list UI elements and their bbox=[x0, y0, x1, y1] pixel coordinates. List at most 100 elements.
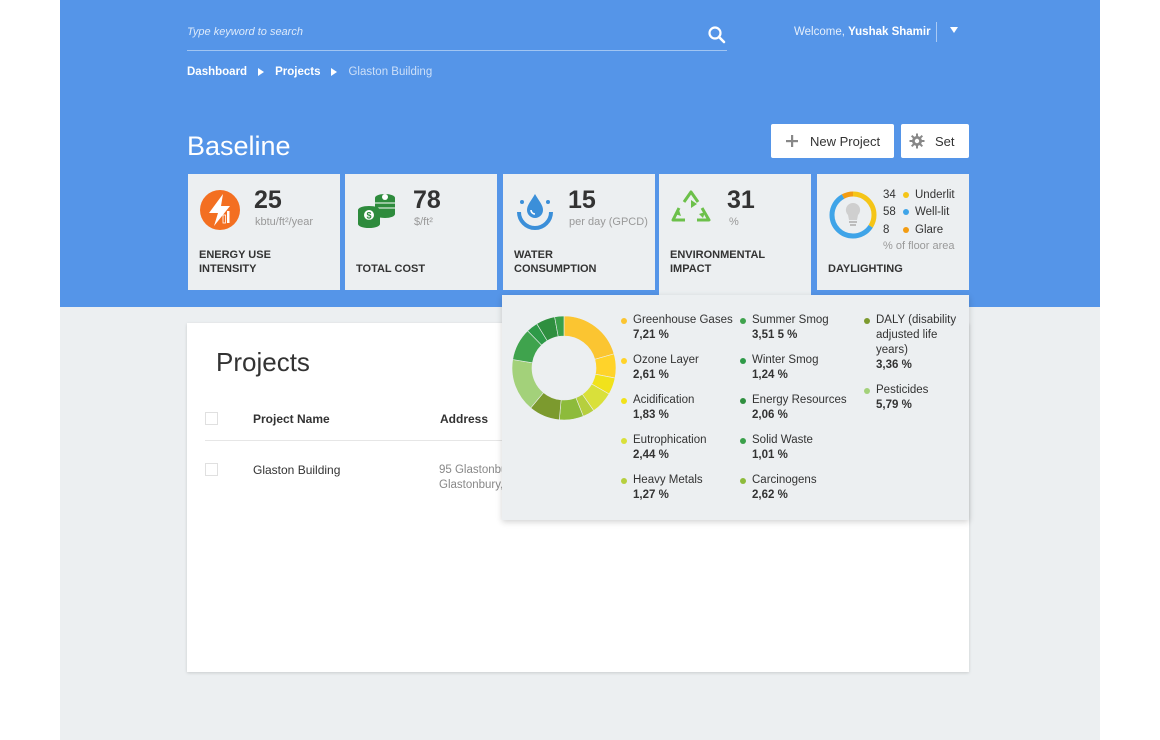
legend-value: 5,79 % bbox=[876, 399, 912, 411]
glare-label: Glare bbox=[915, 223, 944, 236]
legend-name: Greenhouse Gases bbox=[633, 314, 733, 326]
glare-value: 8 bbox=[883, 223, 890, 236]
address-line1: 95 Glastonbu bbox=[439, 464, 503, 476]
legend-value: 7,21 % bbox=[633, 329, 669, 341]
environmental-impact-popover: Greenhouse Gases 7,21 % Ozone Layer 2,61 % A… bbox=[502, 295, 969, 520]
app-window: Welcome, Yushak Shamir Dashboard Project… bbox=[60, 0, 1100, 740]
user-name[interactable]: Yushak Shamir bbox=[848, 26, 930, 38]
set-button[interactable]: Set bbox=[901, 124, 969, 158]
well-lit-value: 58 bbox=[883, 206, 896, 219]
water-consumption-card[interactable]: 15 per day (GPCD) WATER CONSUMPTION bbox=[503, 174, 655, 290]
cost-label: TOTAL COST bbox=[356, 263, 426, 275]
select-all-checkbox[interactable] bbox=[205, 412, 218, 425]
daylighting-note: % of floor area bbox=[883, 240, 955, 252]
legend-value: 3,51 5 % bbox=[752, 329, 798, 341]
legend-dot bbox=[864, 318, 870, 324]
legend-dot bbox=[864, 388, 870, 394]
bulb-gauge-icon bbox=[829, 191, 877, 239]
legend-value: 2,06 % bbox=[752, 409, 788, 421]
underlit-value: 34 bbox=[883, 188, 896, 201]
legend-item: Winter Smog 1,24 % bbox=[740, 353, 819, 383]
legend-name: DALY (disability adjusted life years) bbox=[876, 314, 957, 356]
legend-name: Summer Smog bbox=[752, 314, 829, 326]
daylighting-label: DAYLIGHTING bbox=[828, 263, 903, 275]
environment-label-line1: ENVIRONMENTAL bbox=[670, 249, 766, 261]
well-lit-label: Well-lit bbox=[915, 206, 950, 219]
legend-value: 3,36 % bbox=[876, 359, 912, 371]
svg-text:$: $ bbox=[366, 211, 371, 221]
legend-item: Ozone Layer 2,61 % bbox=[621, 353, 699, 383]
column-project-name[interactable]: Project Name bbox=[253, 412, 330, 426]
legend-dot bbox=[740, 438, 746, 444]
legend-dot bbox=[621, 438, 627, 444]
daylighting-row-underlit: 34 Underlit bbox=[883, 186, 955, 204]
energy-use-card[interactable]: 25 kbtu/ft²/year ENERGY USE INTENSITY bbox=[188, 174, 340, 290]
column-address[interactable]: Address bbox=[440, 412, 488, 426]
legend-item: Summer Smog 3,51 5 % bbox=[740, 313, 829, 343]
user-divider bbox=[936, 22, 937, 42]
page-title: Baseline bbox=[187, 131, 291, 161]
energy-value: 25 bbox=[254, 186, 282, 214]
energy-unit: kbtu/ft²/year bbox=[255, 216, 314, 228]
legend-name: Energy Resources bbox=[752, 394, 847, 406]
legend-dot bbox=[621, 398, 627, 404]
energy-label: ENERGY USE INTENSITY bbox=[199, 248, 329, 276]
environment-label: ENVIRONMENTAL IMPACT bbox=[670, 248, 800, 276]
breadcrumb: Dashboard Projects Glaston Building bbox=[187, 66, 432, 78]
search-bar bbox=[187, 18, 727, 51]
legend-value: 1,83 % bbox=[633, 409, 669, 421]
legend-dot bbox=[740, 398, 746, 404]
legend-value: 1,01 % bbox=[752, 449, 788, 461]
daylighting-row-well-lit: 58 Well-lit bbox=[883, 204, 955, 222]
legend-item: Solid Waste 1,01 % bbox=[740, 433, 813, 463]
legend-value: 2,44 % bbox=[633, 449, 669, 461]
legend-dot bbox=[621, 318, 627, 324]
underlit-label: Underlit bbox=[915, 188, 955, 201]
legend-name: Heavy Metals bbox=[633, 474, 703, 486]
legend-name: Solid Waste bbox=[752, 434, 813, 446]
legend-item: Greenhouse Gases 7,21 % bbox=[621, 313, 733, 343]
environmental-impact-donut bbox=[511, 315, 617, 421]
daylighting-row-glare: 8 Glare bbox=[883, 221, 955, 239]
legend-name: Ozone Layer bbox=[633, 354, 699, 366]
water-label: WATER CONSUMPTION bbox=[514, 248, 644, 276]
legend-value: 2,61 % bbox=[633, 369, 669, 381]
search-icon[interactable] bbox=[707, 25, 727, 45]
donut-slice bbox=[563, 315, 615, 360]
total-cost-card[interactable]: $ 78 $/ft² TOTAL COST bbox=[345, 174, 497, 290]
row-checkbox[interactable] bbox=[205, 463, 218, 476]
money-stack-icon: $ bbox=[358, 194, 395, 228]
search-input[interactable] bbox=[187, 26, 687, 38]
header-hero: Welcome, Yushak Shamir Dashboard Project… bbox=[60, 0, 1100, 307]
breadcrumb-projects[interactable]: Projects bbox=[275, 66, 320, 78]
new-project-button[interactable]: New Project bbox=[771, 124, 894, 158]
legend-item: Carcinogens 2,62 % bbox=[740, 473, 817, 503]
environmental-impact-card[interactable]: 31 % ENVIRONMENTAL IMPACT bbox=[659, 174, 811, 295]
cost-unit: $/ft² bbox=[414, 216, 433, 228]
legend-name: Pesticides bbox=[876, 384, 929, 396]
legend-dot bbox=[740, 478, 746, 484]
legend-dot bbox=[740, 358, 746, 364]
daylighting-card[interactable]: 34 Underlit 58 Well-lit 8 Glare % of flo… bbox=[817, 174, 969, 290]
daylighting-list: 34 Underlit 58 Well-lit 8 Glare bbox=[883, 186, 955, 239]
legend-value: 2,62 % bbox=[752, 489, 788, 501]
water-unit: per day (GPCD) bbox=[569, 216, 648, 228]
water-label-line2: CONSUMPTION bbox=[514, 263, 597, 275]
breadcrumb-current: Glaston Building bbox=[348, 66, 433, 78]
legend-dot bbox=[740, 318, 746, 324]
address-line2: Glastonbury, bbox=[439, 479, 503, 491]
project-name-cell[interactable]: Glaston Building bbox=[253, 463, 340, 477]
water-drop-icon bbox=[517, 194, 553, 230]
new-project-label: New Project bbox=[810, 133, 881, 149]
legend-dot bbox=[621, 358, 627, 364]
breadcrumb-dashboard[interactable]: Dashboard bbox=[187, 66, 247, 78]
cost-value: 78 bbox=[413, 186, 441, 214]
legend-item: Pesticides 5,79 % bbox=[864, 383, 966, 413]
breadcrumb-arrow-icon bbox=[258, 68, 265, 76]
well-lit-dot bbox=[903, 209, 909, 216]
address-cell: 95 Glastonbu Glastonbury, bbox=[439, 463, 503, 493]
legend-item: Heavy Metals 1,27 % bbox=[621, 473, 703, 503]
legend-name: Winter Smog bbox=[752, 354, 819, 366]
water-label-line1: WATER bbox=[514, 249, 553, 261]
user-menu-caret-icon[interactable] bbox=[950, 27, 958, 33]
